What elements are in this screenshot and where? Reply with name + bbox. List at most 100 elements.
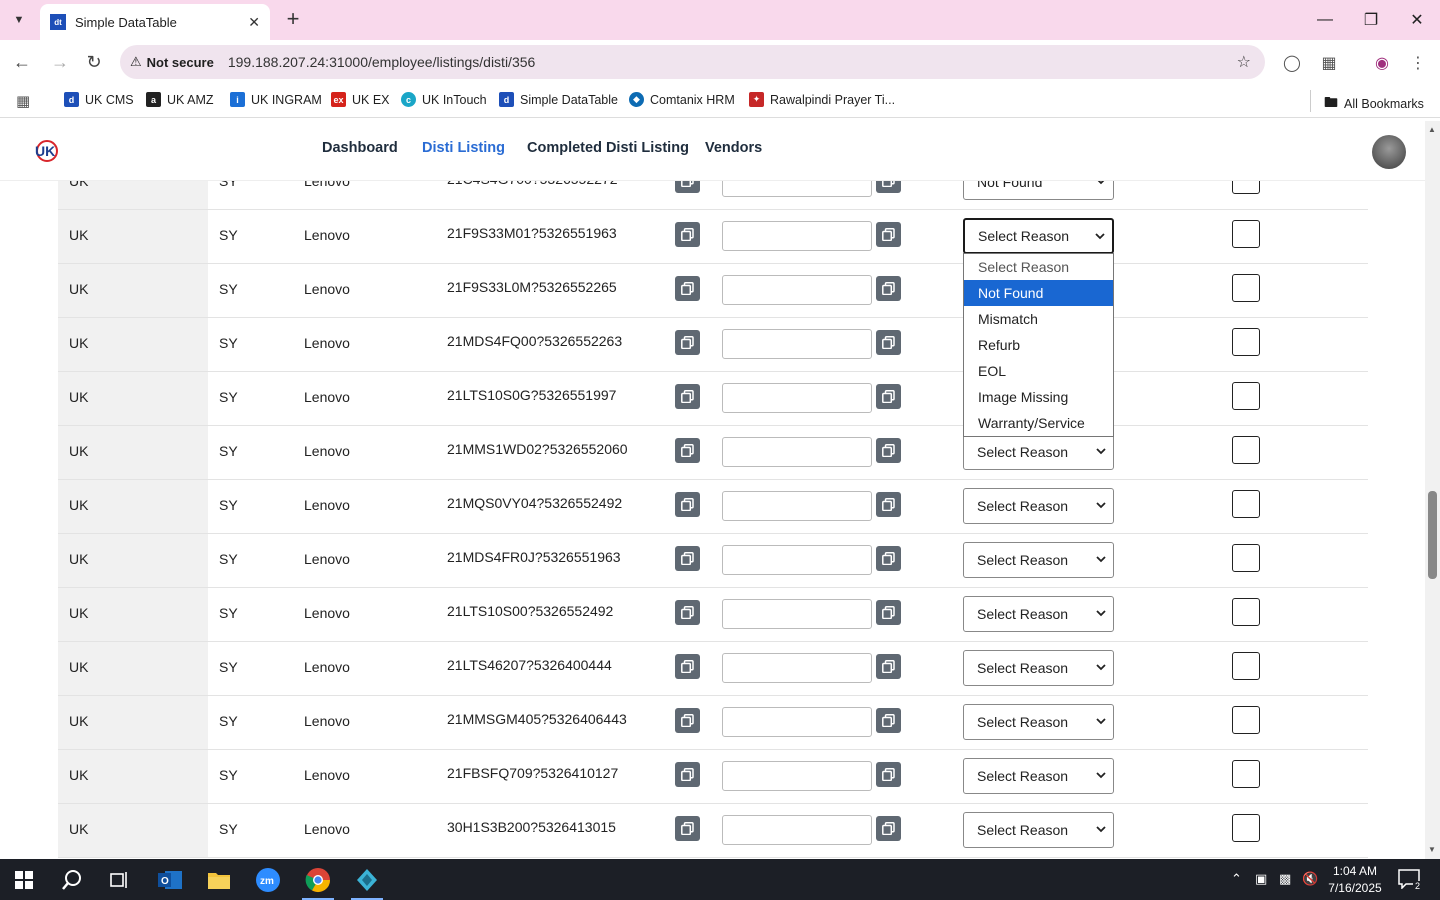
copy-sku-icon[interactable]: [675, 708, 700, 733]
bookmark-uk-intouch[interactable]: c UK InTouch: [401, 92, 487, 107]
scroll-down-arrow-icon[interactable]: ▼: [1428, 845, 1436, 854]
dropdown-option[interactable]: EOL: [964, 358, 1113, 384]
copy-input-icon[interactable]: [876, 276, 901, 301]
notes-input[interactable]: [722, 275, 872, 305]
reason-select[interactable]: Select Reason: [963, 596, 1114, 632]
chrome-icon[interactable]: [294, 859, 342, 900]
network-icon[interactable]: ▩: [1279, 871, 1291, 887]
bookmark-uk-amz[interactable]: a UK AMZ: [146, 92, 214, 107]
reason-select[interactable]: Select Reason: [963, 650, 1114, 686]
apps-grid-icon[interactable]: ▦: [16, 92, 30, 110]
file-explorer-icon[interactable]: [195, 859, 243, 900]
bookmark-simple-datatable[interactable]: d Simple DataTable: [499, 92, 618, 107]
profile-icon[interactable]: ◉: [1371, 52, 1393, 74]
row-checkbox[interactable]: [1232, 220, 1260, 248]
start-icon[interactable]: [0, 859, 48, 900]
notes-input[interactable]: [722, 653, 872, 683]
menu-kebab-icon[interactable]: ⋮: [1407, 52, 1429, 74]
bookmark-rawalpindi-prayer[interactable]: ✦ Rawalpindi Prayer Ti...: [749, 92, 895, 107]
dropdown-option[interactable]: Image Missing: [964, 384, 1113, 410]
notes-input[interactable]: [722, 329, 872, 359]
extensions-puzzle-icon[interactable]: ▦: [1318, 52, 1340, 74]
row-checkbox[interactable]: [1232, 652, 1260, 680]
row-checkbox[interactable]: [1232, 544, 1260, 572]
notes-input[interactable]: [722, 383, 872, 413]
close-window-icon[interactable]: ✕: [1394, 0, 1440, 40]
tab-search-chevron-icon[interactable]: ▼: [6, 8, 32, 32]
page-scrollbar[interactable]: ▲ ▼: [1425, 121, 1440, 859]
row-checkbox[interactable]: [1232, 436, 1260, 464]
reason-select[interactable]: Select Reason: [963, 542, 1114, 578]
dropdown-option[interactable]: Refurb: [964, 332, 1113, 358]
notes-input[interactable]: [722, 761, 872, 791]
row-checkbox[interactable]: [1232, 328, 1260, 356]
nav-completed-disti-listing[interactable]: Completed Disti Listing: [527, 140, 689, 156]
copy-input-icon[interactable]: [876, 492, 901, 517]
minimize-icon[interactable]: —: [1302, 0, 1348, 40]
bookmark-uk-ingram[interactable]: i UK INGRAM: [230, 92, 322, 107]
notes-input[interactable]: [722, 815, 872, 845]
reason-select[interactable]: Select Reason: [963, 434, 1114, 470]
row-checkbox[interactable]: [1232, 274, 1260, 302]
copy-input-icon[interactable]: [876, 222, 901, 247]
row-checkbox[interactable]: [1232, 490, 1260, 518]
notes-input[interactable]: [722, 491, 872, 521]
dropdown-option[interactable]: Mismatch: [964, 306, 1113, 332]
notes-input[interactable]: [722, 221, 872, 251]
copy-sku-icon[interactable]: [675, 222, 700, 247]
row-checkbox[interactable]: [1232, 814, 1260, 842]
notes-input[interactable]: [722, 437, 872, 467]
copy-sku-icon[interactable]: [675, 276, 700, 301]
copy-sku-icon[interactable]: [675, 600, 700, 625]
notes-input[interactable]: [722, 707, 872, 737]
back-arrow-icon[interactable]: ←: [8, 48, 36, 76]
copy-sku-icon[interactable]: [675, 546, 700, 571]
dropdown-option[interactable]: Not Found: [964, 280, 1113, 306]
copy-sku-icon[interactable]: [675, 816, 700, 841]
copy-sku-icon[interactable]: [675, 492, 700, 517]
security-indicator[interactable]: ⚠ Not secure: [130, 54, 214, 70]
copy-sku-icon[interactable]: [675, 762, 700, 787]
address-bar[interactable]: ⚠ Not secure 199.188.207.24:31000/employ…: [120, 45, 1265, 79]
copy-input-icon[interactable]: [876, 654, 901, 679]
zoom-icon[interactable]: zm: [244, 859, 292, 900]
reason-select[interactable]: Select Reason: [963, 704, 1114, 740]
new-tab-plus-icon[interactable]: +: [280, 6, 306, 32]
search-icon[interactable]: [48, 859, 96, 900]
dropdown-option[interactable]: Warranty/Service: [964, 410, 1113, 436]
copy-input-icon[interactable]: [876, 438, 901, 463]
bookmark-uk-ex[interactable]: ex UK EX: [331, 92, 390, 107]
restore-icon[interactable]: ❐: [1348, 0, 1394, 40]
row-checkbox[interactable]: [1232, 760, 1260, 788]
volume-muted-icon[interactable]: 🔇: [1302, 871, 1318, 887]
reload-icon[interactable]: ↻: [80, 48, 108, 76]
show-hidden-icons-chevron-icon[interactable]: ⌃: [1231, 871, 1242, 887]
reason-select[interactable]: Select Reason: [963, 758, 1114, 794]
dropdown-option[interactable]: Select Reason: [964, 254, 1113, 280]
reason-dropdown-list[interactable]: Select Reason Not Found Mismatch Refurb EOL I…: [963, 253, 1114, 437]
notes-input[interactable]: [722, 599, 872, 629]
copy-input-icon[interactable]: [876, 600, 901, 625]
reason-select[interactable]: Select Reason: [963, 812, 1114, 848]
task-view-icon[interactable]: [96, 859, 144, 900]
bookmark-comtanix-hrm[interactable]: ◆ Comtanix HRM: [629, 92, 735, 107]
nav-vendors[interactable]: Vendors: [705, 140, 762, 156]
copy-sku-icon[interactable]: [675, 654, 700, 679]
user-avatar[interactable]: [1372, 135, 1406, 169]
forward-arrow-icon[interactable]: →: [46, 48, 74, 76]
copy-sku-icon[interactable]: [675, 330, 700, 355]
copy-input-icon[interactable]: [876, 762, 901, 787]
app-icon[interactable]: [343, 859, 391, 900]
notes-input[interactable]: [722, 545, 872, 575]
copy-sku-icon[interactable]: [675, 438, 700, 463]
bookmark-star-icon[interactable]: ☆: [1237, 52, 1251, 72]
copy-input-icon[interactable]: [876, 546, 901, 571]
translate-globe-icon[interactable]: ◯: [1281, 52, 1303, 74]
copy-input-icon[interactable]: [876, 330, 901, 355]
close-tab-icon[interactable]: ✕: [248, 14, 260, 31]
nav-disti-listing[interactable]: Disti Listing: [422, 140, 505, 156]
url-text[interactable]: 199.188.207.24:31000/employee/listings/d…: [228, 54, 535, 70]
row-checkbox[interactable]: [1232, 598, 1260, 626]
copy-sku-icon[interactable]: [675, 384, 700, 409]
notification-center-icon[interactable]: 2: [1398, 869, 1422, 891]
